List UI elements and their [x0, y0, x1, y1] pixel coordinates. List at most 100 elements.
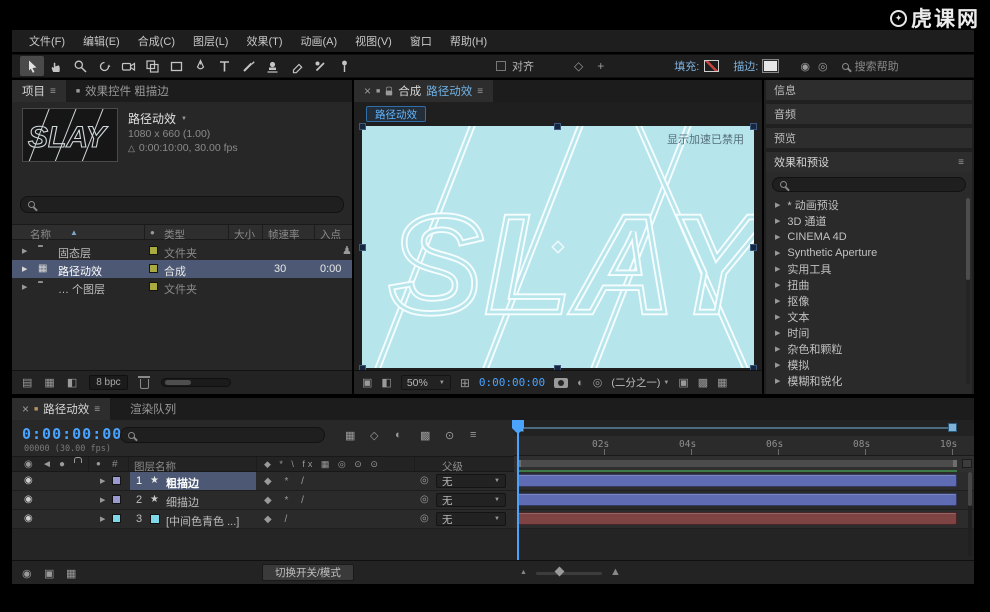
comp-marker-bin[interactable] — [962, 459, 972, 468]
menu-view[interactable]: 视图(V) — [346, 33, 401, 49]
preset-item[interactable]: ▶时间 — [766, 325, 972, 341]
comp-name-caret-icon[interactable]: ▼ — [181, 116, 187, 122]
col-type[interactable]: 类型 — [164, 227, 185, 242]
layer-label-chip[interactable] — [112, 476, 121, 485]
eye-toggle[interactable]: ◉ — [24, 475, 33, 486]
menu-help[interactable]: 帮助(H) — [441, 33, 496, 49]
magnification-select[interactable]: 50% ▼ — [401, 375, 451, 390]
col-size[interactable]: 大小 — [234, 227, 255, 242]
lock-icon[interactable] — [386, 91, 392, 96]
panel-menu-icon[interactable]: ≡ — [50, 86, 56, 97]
camera-tool-icon[interactable] — [116, 56, 140, 76]
row-expander-icon[interactable]: ▶ — [22, 247, 27, 255]
layer-label-chip[interactable] — [112, 514, 121, 523]
comp-thumbnail[interactable]: SLAY — [22, 108, 118, 162]
parent-select[interactable]: 无▼ — [436, 474, 506, 488]
menu-animation[interactable]: 动画(A) — [292, 33, 347, 49]
motion-blur-footer-icon[interactable]: ▣ — [44, 567, 54, 580]
layer-switches[interactable]: ◆ * / — [264, 476, 309, 487]
pan-behind-tool-icon[interactable] — [140, 56, 164, 76]
navigator-end-handle[interactable] — [948, 423, 957, 432]
tab-timeline-comp[interactable]: × ■ 路径动效 ≡ — [12, 398, 110, 420]
crosshair-icon[interactable]: + — [597, 59, 604, 73]
search-help-label[interactable]: 搜索帮助 — [855, 58, 899, 74]
project-row-comp[interactable]: ▶ ▦ 路径动效 合成 30 0:00 — [12, 260, 352, 278]
layer-duration-bar-1[interactable] — [517, 474, 957, 487]
zoom-in-mountain-icon[interactable]: ▲ — [610, 566, 621, 578]
menu-edit[interactable]: 编辑(E) — [74, 33, 129, 49]
selection-handle[interactable] — [750, 244, 757, 251]
toolbar-extra-icon-2[interactable]: ◎ — [818, 60, 828, 73]
stroke-swatch[interactable] — [763, 60, 778, 72]
effects-list-scrollbar[interactable] — [966, 198, 970, 384]
grid-guides-icon[interactable]: ⊞ — [460, 376, 470, 390]
preset-item[interactable]: ▶文本 — [766, 309, 972, 325]
effects-search-input[interactable] — [772, 177, 966, 192]
region-of-interest-icon[interactable]: ▣ — [678, 376, 688, 389]
frame-blend-footer-icon[interactable]: ◉ — [22, 567, 32, 580]
parent-select[interactable]: 无▼ — [436, 493, 506, 507]
label-chip[interactable] — [149, 264, 158, 273]
row-expander-icon[interactable]: ▶ — [22, 283, 27, 291]
comp-name[interactable]: 路径动效 — [128, 110, 176, 127]
menu-file[interactable]: 文件(F) — [20, 33, 74, 49]
project-footer-icon-2[interactable]: ▦ — [44, 376, 54, 389]
tab-effect-controls[interactable]: ■ 效果控件 粗描边 — [66, 80, 179, 102]
align-checkbox[interactable] — [496, 61, 506, 71]
tab-composition[interactable]: × ■ 合成 路径动效 ≡ — [354, 80, 493, 102]
viewer-current-time[interactable]: 0:00:00:00 — [479, 376, 545, 389]
motion-blur-button[interactable]: ⊙ — [445, 429, 454, 442]
preset-item[interactable]: ▶抠像 — [766, 293, 972, 309]
preset-item[interactable]: ▶扭曲 — [766, 277, 972, 293]
main-viewer-icon[interactable]: ◧ — [381, 376, 391, 389]
col-framerate[interactable]: 帧速率 — [268, 227, 300, 242]
type-tool-icon[interactable] — [212, 56, 236, 76]
selection-handle[interactable] — [750, 123, 757, 130]
layer-expander-icon[interactable]: ▶ — [100, 496, 105, 504]
preset-item[interactable]: ▶* 动画预设 — [766, 197, 972, 213]
draft-3d-button[interactable]: ◇ — [370, 429, 378, 442]
panel-menu-icon[interactable]: ≡ — [958, 157, 964, 168]
transparency-grid-icon[interactable]: ▩ — [698, 376, 708, 389]
label-chip[interactable] — [149, 282, 158, 291]
menu-effect[interactable]: 效果(T) — [237, 33, 291, 49]
pen-tool-icon[interactable] — [188, 56, 212, 76]
layer-switches[interactable]: ◆ / — [264, 514, 292, 525]
layer-row-1[interactable]: ◉ ▶ 1 ★ 粗描边 ◆ * / ◎ 无▼ — [12, 472, 514, 491]
panel-header-audio[interactable]: 音频 — [766, 104, 972, 124]
fill-swatch[interactable] — [704, 60, 719, 72]
parent-pickwhip-icon[interactable]: ◎ — [420, 475, 429, 486]
work-area-bar[interactable] — [517, 460, 957, 467]
close-icon[interactable]: × — [364, 84, 371, 98]
preset-item[interactable]: ▶实用工具 — [766, 261, 972, 277]
parent-pickwhip-icon[interactable]: ◎ — [420, 513, 429, 524]
panel-header-preview[interactable]: 预览 — [766, 128, 972, 148]
current-time-display[interactable]: 0:00:00:00 — [22, 425, 122, 443]
work-area-end-handle[interactable] — [953, 460, 957, 467]
layer-row-3[interactable]: ◉ ▶ 3 [中间色青色 ...] ◆ / ◎ 无▼ — [12, 510, 514, 529]
zoom-out-mountain-icon[interactable]: ▲ — [520, 569, 527, 576]
graph-editor-footer-icon[interactable]: ▦ — [66, 567, 76, 580]
project-footer-icon-3[interactable]: ◧ — [67, 376, 77, 389]
panel-menu-icon[interactable]: ≡ — [94, 404, 100, 415]
preset-item[interactable]: ▶模糊和锐化 — [766, 373, 972, 387]
label-chip[interactable] — [149, 246, 158, 255]
frame-blend-button[interactable]: ▩ — [420, 429, 430, 442]
toolbar-extra-icon-1[interactable]: ◉ — [800, 60, 810, 73]
project-search-input[interactable] — [20, 196, 344, 213]
preset-item[interactable]: ▶杂色和颗粒 — [766, 341, 972, 357]
tab-render-queue[interactable]: 渲染队列 — [120, 398, 186, 420]
eye-toggle[interactable]: ◉ — [24, 494, 33, 505]
snapshot-camera-icon[interactable] — [554, 378, 568, 388]
selection-handle[interactable] — [359, 123, 366, 130]
time-ruler[interactable]: 02s 04s 06s 08s 10s — [514, 436, 974, 456]
search-help-icon[interactable] — [842, 63, 849, 70]
project-footer-icon-1[interactable]: ▤ — [22, 376, 32, 389]
selection-tool-icon[interactable] — [20, 56, 44, 76]
layer-row-2[interactable]: ◉ ▶ 2 ★ 细描边 ◆ * / ◎ 无▼ — [12, 491, 514, 510]
puppet-pin-tool-icon[interactable] — [332, 56, 356, 76]
exposure-icon[interactable]: ◎ — [593, 376, 603, 389]
menu-window[interactable]: 窗口 — [401, 33, 441, 49]
project-row-layers-folder[interactable]: ▶ … 个图层 文件夹 — [12, 278, 352, 296]
roto-brush-tool-icon[interactable] — [308, 56, 332, 76]
